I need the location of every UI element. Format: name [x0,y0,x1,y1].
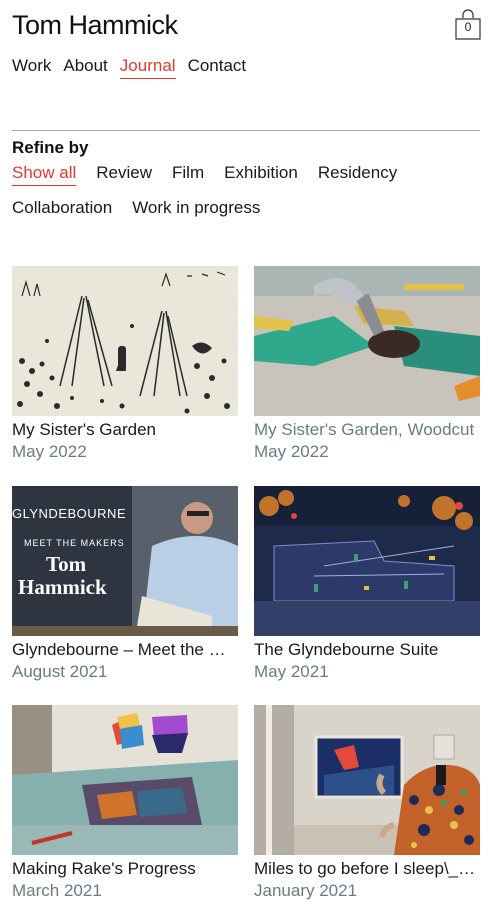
post-date: May 2021 [254,662,329,681]
nav-journal[interactable]: Journal [119,56,176,79]
journal-card[interactable]: My Sister's Garden, Woodcut May 2022 [254,266,480,463]
post-thumbnail[interactable]: GLYNDEBOURNE MEET THE MAKERS Tom Hammick [12,486,238,636]
journal-card[interactable]: Making Rake's Progress March 2021 [12,705,238,902]
filter-film[interactable]: Film [172,162,204,186]
nav-work[interactable]: Work [12,56,51,79]
filter-work-in-progress[interactable]: Work in progress [132,197,260,220]
filter-collaboration[interactable]: Collaboration [12,197,112,220]
filter-list: Show all Review Film Exhibition Residenc… [12,162,482,220]
post-title[interactable]: My Sister's Garden, Woodcut [254,419,480,441]
post-date: March 2021 [12,881,102,900]
post-title[interactable]: My Sister's Garden [12,419,238,441]
post-title[interactable]: Glyndebourne – Meet the Makers [12,639,238,661]
filter-residency[interactable]: Residency [318,162,397,186]
post-date: May 2022 [12,442,87,461]
filter-show-all[interactable]: Show all [12,162,77,186]
post-thumbnail[interactable] [12,705,238,855]
journal-card[interactable]: GLYNDEBOURNE MEET THE MAKERS Tom Hammick… [12,486,238,683]
nav-contact[interactable]: Contact [188,56,247,79]
filter-review[interactable]: Review [96,162,152,186]
cart-count: 0 [464,20,472,34]
refine-label: Refine by [12,138,89,157]
post-thumbnail[interactable] [254,266,480,416]
nav-about[interactable]: About [63,56,107,79]
post-thumbnail[interactable] [254,705,480,855]
journal-card[interactable]: The Glyndebourne Suite May 2021 [254,486,480,683]
filter-exhibition[interactable]: Exhibition [224,162,298,186]
site-title[interactable]: Tom Hammick [12,10,178,41]
thumb-text-line1: GLYNDEBOURNE [12,506,126,521]
post-date: August 2021 [12,662,108,681]
post-title[interactable]: Making Rake's Progress [12,858,238,880]
post-title[interactable]: The Glyndebourne Suite [254,639,480,661]
post-date: January 2021 [254,881,358,900]
post-title[interactable]: Miles to go before I sleep\_a... [254,858,480,880]
journal-card[interactable]: My Sister's Garden May 2022 [12,266,238,463]
main-nav: Work About Journal Contact [12,56,246,79]
thumb-text-line2: MEET THE MAKERS [24,538,125,548]
journal-card[interactable]: Miles to go before I sleep\_a... January… [254,705,480,902]
post-thumbnail[interactable] [254,486,480,636]
post-date: May 2022 [254,442,329,461]
post-thumbnail[interactable] [12,266,238,416]
cart-button[interactable]: 0 [454,8,482,40]
divider [12,130,480,131]
thumb-text-line3: Tom [46,552,87,576]
thumb-text-line4: Hammick [18,575,107,599]
